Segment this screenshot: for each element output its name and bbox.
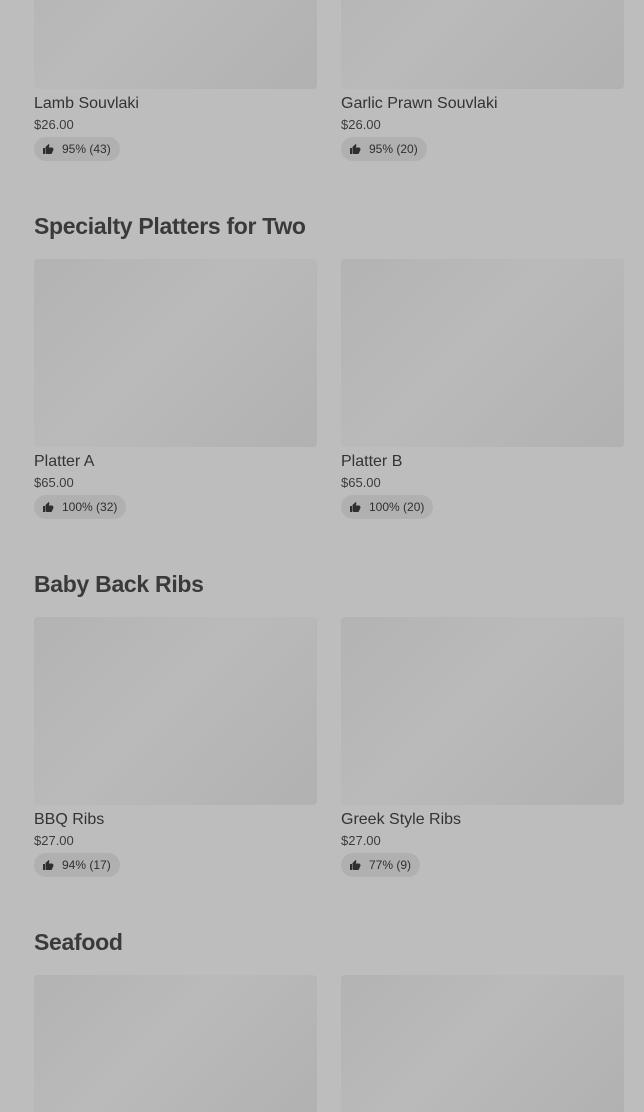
menu-item-card[interactable] [34,975,317,1112]
menu-item-image [34,617,317,805]
menu-item-price: $26.00 [34,117,74,132]
menu-item-price: $65.00 [341,475,381,490]
menu-item-price: $26.00 [341,117,381,132]
menu-item-name: Greek Style Ribs [341,811,462,828]
menu-item-card[interactable]: Garlic Prawn Souvlaki $26.00 95% (20) [341,0,624,161]
menu-item-image [34,0,317,89]
rating-badge: 95% (43) [34,137,120,161]
thumbs-up-icon [43,502,54,512]
menu-item-image [341,0,624,89]
menu-item-name: Platter B [341,453,403,470]
thumbs-up-icon [350,144,361,154]
menu-item-card[interactable]: Lamb Souvlaki $26.00 95% (43) [34,0,317,161]
rating-badge: 100% (32) [34,495,127,519]
menu-item-card[interactable]: Greek Style Ribs $27.00 77% (9) [341,617,624,877]
menu-item-price: $27.00 [341,833,381,848]
menu-item-name: Garlic Prawn Souvlaki [341,95,498,112]
menu-item-card[interactable]: Platter A $65.00 100% (32) [34,259,317,519]
menu-item-name: Platter A [34,453,95,470]
rating-badge: 94% (17) [34,853,120,877]
menu-item-image [341,617,624,805]
section-title-baby-back-ribs: Baby Back Ribs [34,571,204,597]
rating-text: 95% (20) [369,142,418,156]
menu-item-image [34,259,317,447]
menu-item-image [341,259,624,447]
thumbs-up-icon [43,860,54,870]
rating-badge: 95% (20) [341,137,427,161]
rating-badge: 100% (20) [341,495,434,519]
section-title-seafood: Seafood [34,929,123,955]
menu-item-name: Lamb Souvlaki [34,95,139,112]
rating-text: 100% (32) [62,500,118,514]
menu-item-image [34,975,317,1112]
section-title-specialty-platters: Specialty Platters for Two [34,213,306,239]
thumbs-up-icon [43,144,54,154]
menu-item-image [341,975,624,1112]
menu-item-card[interactable]: BBQ Ribs $27.00 94% (17) [34,617,317,877]
menu-item-price: $27.00 [34,833,74,848]
rating-text: 94% (17) [62,858,111,872]
menu-item-price: $65.00 [34,475,74,490]
menu-item-card[interactable]: Platter B $65.00 100% (20) [341,259,624,519]
rating-text: 100% (20) [369,500,425,514]
thumbs-up-icon [350,860,361,870]
menu-item-card[interactable] [341,975,624,1112]
rating-text: 95% (43) [62,142,111,156]
thumbs-up-icon [350,502,361,512]
rating-text: 77% (9) [369,858,412,872]
rating-badge: 77% (9) [341,853,421,877]
menu-item-name: BBQ Ribs [34,811,105,828]
